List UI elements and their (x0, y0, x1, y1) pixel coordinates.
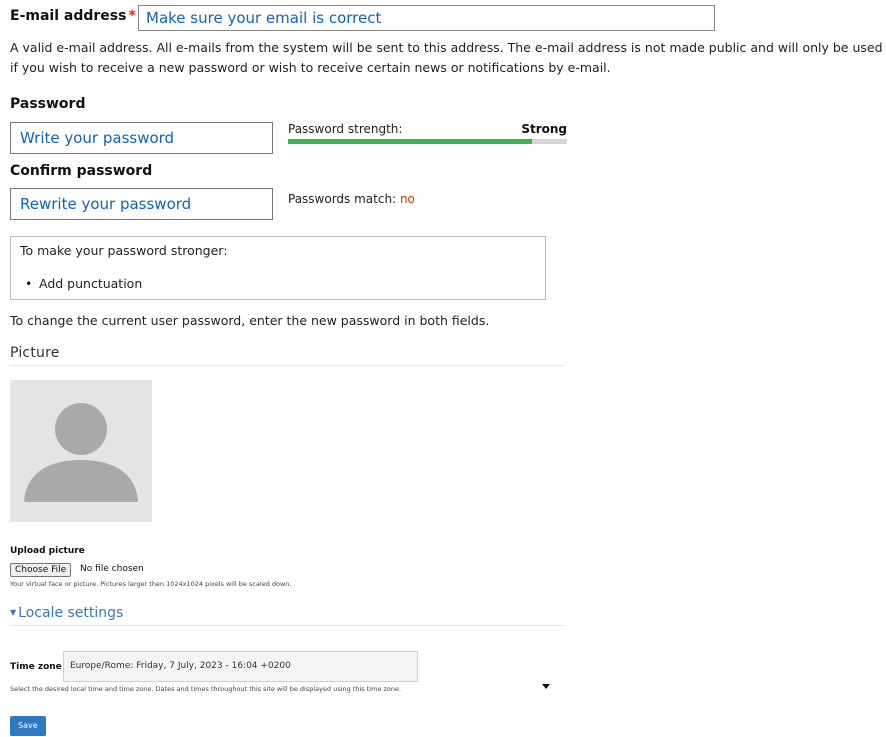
passwords-match-value: no (399, 192, 415, 206)
email-description: A valid e-mail address. All e-mails from… (10, 40, 883, 75)
upload-picture-description: Your virtual face or picture. Pictures l… (10, 580, 292, 588)
locale-divider (10, 625, 565, 626)
locale-settings-label: Locale settings (18, 605, 124, 621)
password-strength-bar (288, 139, 567, 144)
password-strength-value: Strong (521, 122, 567, 136)
email-label: E-mail address * (10, 8, 136, 24)
password-strength-fill (288, 139, 533, 144)
caret-down-icon: ▼ (10, 608, 17, 617)
password-strength-label: Password strength: (288, 122, 403, 136)
password-suggestions: To make your password stronger: Add punc… (10, 236, 546, 300)
required-marker: * (128, 8, 136, 24)
locale-settings-toggle[interactable]: ▼ Locale settings (10, 605, 123, 621)
password-label: Password (10, 96, 86, 112)
confirm-password-label: Confirm password (10, 163, 153, 179)
no-file-chosen-text: No file chosen (80, 564, 144, 574)
time-zone-select[interactable]: Europe/Rome: Friday, 7 July, 2023 - 16:0… (63, 651, 418, 682)
avatar (10, 380, 152, 522)
dropdown-caret-icon[interactable] (542, 684, 550, 689)
save-button[interactable]: Save (10, 716, 46, 736)
upload-picture-label: Upload picture (10, 546, 85, 556)
email-input[interactable] (138, 5, 715, 31)
change-password-note: To change the current user password, ent… (10, 313, 490, 328)
time-zone-label: Time zone (10, 662, 62, 672)
confirm-password-input[interactable] (10, 188, 273, 220)
password-input[interactable] (10, 122, 273, 154)
choose-file-button[interactable]: Choose File (10, 563, 72, 577)
password-suggestion-item: Add punctuation (25, 276, 142, 291)
user-silhouette-icon (24, 403, 138, 502)
picture-divider (10, 365, 565, 366)
passwords-match: Passwords match: no (288, 192, 415, 206)
passwords-match-label: Passwords match: (288, 192, 397, 206)
time-zone-description: Select the desired local time and time z… (10, 685, 402, 693)
picture-section-title: Picture (10, 345, 60, 361)
password-suggestions-title: To make your password stronger: (20, 243, 228, 258)
